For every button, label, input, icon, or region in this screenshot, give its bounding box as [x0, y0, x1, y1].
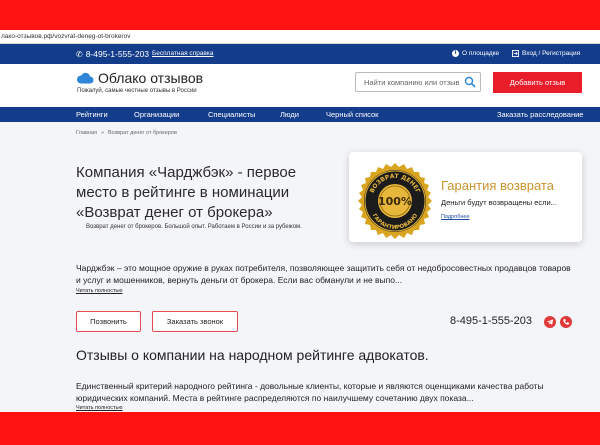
red-frame-top: [0, 0, 600, 30]
add-review-button[interactable]: Добавить отзыв: [493, 72, 582, 93]
page-title: Компания «Чарджбэк» - первое место в рей…: [76, 164, 297, 221]
phone-icon: ✆: [76, 49, 83, 59]
section-read-more-link[interactable]: Читать полностью: [76, 405, 123, 411]
breadcrumb-current: Возврат денег от брокеров: [108, 130, 177, 136]
breadcrumb-home[interactable]: Главная: [76, 130, 97, 136]
breadcrumb-separator: »: [100, 130, 104, 136]
guarantee-seal-icon: ВОЗВРАТ ДЕНЕГ ГАРАНТИРОВАНО 100%: [358, 163, 432, 239]
site-logo[interactable]: Облако отзывов: [76, 70, 203, 86]
info-icon: i: [452, 50, 459, 57]
call-icon[interactable]: [560, 316, 572, 328]
site-tagline: Пожалуй, самые честные отзывы в России: [77, 88, 197, 94]
company-description: Чарджбэк – это мощное оружие в руках пот…: [76, 263, 571, 285]
topbar-phone-group[interactable]: ✆ 8-495-1-555-203: [76, 49, 149, 59]
breadcrumb: Главная » Возврат денег от брокеров: [76, 130, 177, 136]
nav-item-people[interactable]: Люди: [280, 110, 299, 119]
search-box: [355, 72, 481, 92]
main-nav: Рейтинги Организации Специалисты Люди Че…: [0, 107, 600, 122]
guarantee-text: Деньги будут возвращены если...: [441, 198, 557, 207]
login-label: Вход / Регистрация: [522, 50, 581, 57]
seal-center-text: 100%: [378, 195, 412, 208]
call-button[interactable]: Позвонить: [76, 311, 141, 332]
search-icon[interactable]: [464, 76, 476, 88]
nav-order-investigation[interactable]: Заказать расследование: [497, 110, 583, 119]
section-description: Единственный критерий народного рейтинга…: [76, 381, 544, 403]
login-link[interactable]: Вход / Регистрация: [512, 50, 580, 57]
free-consult-link[interactable]: Бесплатная справка: [152, 50, 213, 57]
nav-item-ratings[interactable]: Рейтинги: [76, 110, 108, 119]
section-title: Отзывы о компании на народном рейтинге а…: [76, 347, 429, 363]
nav-item-blacklist[interactable]: Черный список: [326, 110, 378, 119]
top-info-bar: ✆ 8-495-1-555-203 Бесплатная справка i О…: [0, 44, 600, 64]
nav-item-specialists[interactable]: Специалисты: [208, 110, 255, 119]
address-bar[interactable]: лако-отзывов.рф/vozvrat-deneg-ot-brokero…: [0, 30, 600, 44]
guarantee-more-link[interactable]: Подробнее: [441, 214, 470, 220]
nav-item-organizations[interactable]: Организации: [134, 110, 179, 119]
about-label: О площадке: [462, 50, 500, 57]
read-more-link[interactable]: Читать полностью: [76, 288, 123, 294]
search-input[interactable]: [356, 77, 464, 87]
topbar-phone[interactable]: 8-495-1-555-203: [86, 49, 149, 59]
page-subtitle: Возврат денег от брокеров. Большой опыт.…: [86, 224, 302, 230]
order-call-button[interactable]: Заказать звонок: [152, 311, 238, 332]
red-frame-bottom: [0, 412, 600, 445]
cloud-logo-icon: [76, 72, 94, 84]
about-link[interactable]: i О площадке: [452, 50, 499, 57]
telegram-icon[interactable]: [544, 316, 556, 328]
guarantee-title: Гарантия возврата: [441, 178, 554, 193]
logo-title: Облако отзывов: [98, 70, 204, 86]
contact-phone[interactable]: 8-495-1-555-203: [450, 315, 532, 327]
login-icon: [512, 50, 519, 57]
